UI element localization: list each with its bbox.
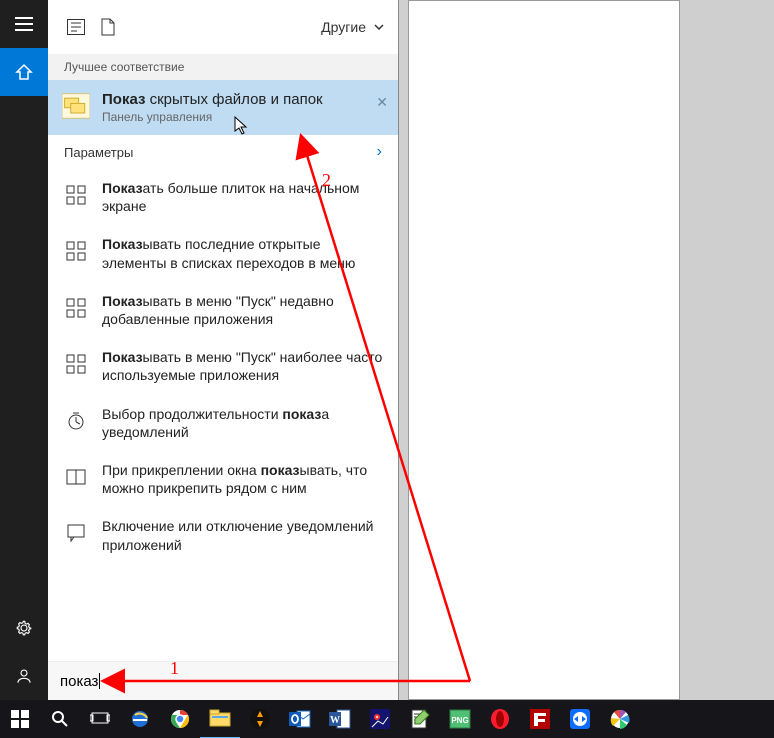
setting-item[interactable]: Показывать последние открытые элементы в… — [48, 225, 398, 281]
start-button[interactable] — [0, 700, 40, 738]
taskview-button[interactable] — [80, 700, 120, 738]
tiles-icon — [62, 294, 90, 322]
filter-label: Другие — [321, 19, 366, 35]
notification-icon — [62, 519, 90, 547]
start-left-rail — [0, 0, 48, 700]
search-input[interactable]: показ — [48, 661, 398, 700]
svg-text:PNG: PNG — [451, 716, 468, 725]
settings-results-list: Показать больше плиток на начальном экра… — [48, 169, 398, 564]
folder-options-icon — [62, 92, 90, 120]
ie-icon[interactable] — [120, 700, 160, 738]
desktop-area — [408, 0, 774, 700]
document-icon[interactable] — [92, 11, 124, 43]
setting-item[interactable]: Показывать в меню "Пуск" наиболее часто … — [48, 338, 398, 394]
tiles-icon — [62, 350, 90, 378]
setting-item[interactable]: Выбор продолжительности показа уведомлен… — [48, 395, 398, 451]
screen: Другие Лучшее соответствие Показ скрытых… — [0, 0, 774, 738]
setting-item[interactable]: Включение или отключение уведомлений при… — [48, 507, 398, 563]
background-window — [408, 0, 680, 700]
chevron-right-icon: › — [377, 143, 382, 161]
text-caret — [99, 673, 100, 689]
tiles-icon — [62, 237, 90, 265]
aimp-icon[interactable] — [240, 700, 280, 738]
best-match-result[interactable]: Показ скрытых файлов и папок Панель упра… — [48, 80, 398, 135]
snap-icon — [62, 463, 90, 491]
close-icon[interactable]: ✕ — [376, 94, 388, 111]
search-input-value: показ — [60, 673, 98, 690]
opera-icon[interactable] — [480, 700, 520, 738]
search-button[interactable] — [40, 700, 80, 738]
timer-icon — [62, 407, 90, 435]
reading-view-icon[interactable] — [60, 11, 92, 43]
user-button[interactable] — [0, 652, 48, 700]
search-top-bar: Другие — [48, 0, 398, 54]
tiles-icon — [62, 181, 90, 209]
filezilla-icon[interactable] — [520, 700, 560, 738]
word-icon[interactable]: W — [320, 700, 360, 738]
setting-item[interactable]: Показывать в меню "Пуск" недавно добавле… — [48, 282, 398, 338]
notepadpp-icon[interactable] — [400, 700, 440, 738]
picasa-icon[interactable] — [600, 700, 640, 738]
svg-text:W: W — [330, 715, 340, 726]
hamburger-button[interactable] — [0, 0, 48, 48]
best-match-header: Лучшее соответствие — [48, 54, 398, 80]
filter-dropdown[interactable]: Другие — [321, 19, 386, 35]
search-panel: Другие Лучшее соответствие Показ скрытых… — [48, 0, 399, 700]
home-button[interactable] — [0, 48, 48, 96]
cursor-icon — [234, 116, 250, 136]
taskbar: W PNG — [0, 700, 774, 738]
settings-gear-button[interactable] — [0, 604, 48, 652]
explorer-icon[interactable] — [200, 699, 240, 738]
png-icon[interactable]: PNG — [440, 700, 480, 738]
teamviewer-icon[interactable] — [560, 700, 600, 738]
settings-section-header[interactable]: Параметры › — [48, 135, 398, 169]
chrome-icon[interactable] — [160, 700, 200, 738]
setting-item[interactable]: При прикреплении окна показывать, что мо… — [48, 451, 398, 507]
setting-item[interactable]: Показать больше плиток на начальном экра… — [48, 169, 398, 225]
irfanview-icon[interactable] — [360, 700, 400, 738]
outlook-icon[interactable] — [280, 700, 320, 738]
